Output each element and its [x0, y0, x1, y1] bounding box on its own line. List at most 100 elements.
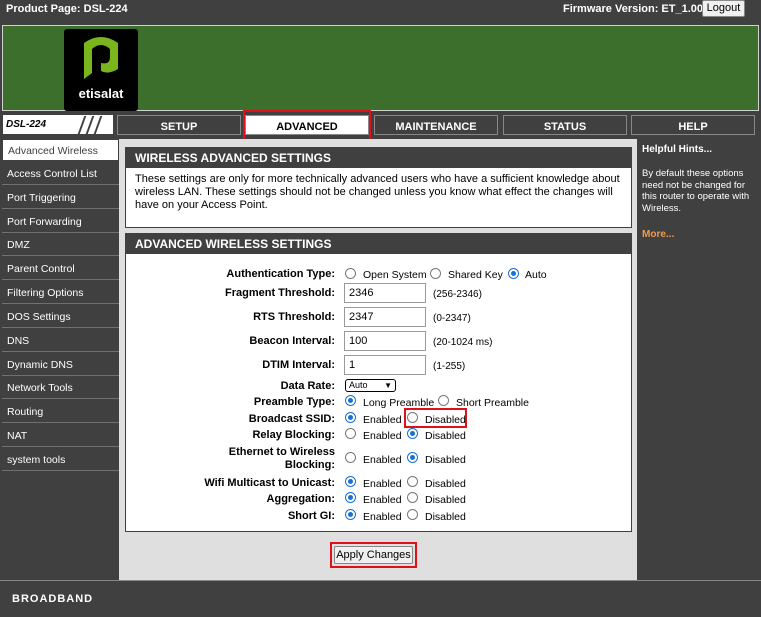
- footer: BROADBAND: [0, 580, 761, 617]
- highlight-box: [330, 542, 417, 568]
- divider: [85, 116, 95, 134]
- divider: [93, 116, 103, 134]
- settings-panel: ADVANCED WIRELESS SETTINGS Authenticatio…: [125, 233, 632, 532]
- aggregation-disabled-label: Disabled: [425, 494, 466, 506]
- sidebar-item-dynamic-dns[interactable]: Dynamic DNS: [2, 354, 119, 376]
- highlight-box: [243, 110, 371, 141]
- model-badge: DSL-224: [2, 114, 114, 135]
- sidebar-item-port-triggering[interactable]: Port Triggering: [2, 187, 119, 209]
- sidebar-item-routing[interactable]: Routing: [2, 401, 119, 423]
- intro-panel: WIRELESS ADVANCED SETTINGS These setting…: [125, 147, 632, 228]
- multicast-enabled-label: Enabled: [363, 478, 402, 490]
- multicast-label: Wifi Multicast to Unicast:: [204, 477, 335, 489]
- relay-blocking-disabled-label: Disabled: [425, 430, 466, 442]
- dtim-interval-hint: (1-255): [433, 361, 466, 372]
- sidebar-item-network-tools[interactable]: Network Tools: [2, 377, 119, 399]
- rts-threshold-label: RTS Threshold:: [253, 311, 335, 323]
- fragment-threshold-input[interactable]: 2346: [344, 283, 426, 303]
- short-gi-disabled-label: Disabled: [425, 511, 466, 523]
- etisalat-logo-icon: [84, 37, 118, 79]
- sidebar-item-advanced-wireless[interactable]: Advanced Wireless: [2, 139, 119, 161]
- aggregation-enabled-label: Enabled: [363, 494, 402, 506]
- sidebar-item-parent-control[interactable]: Parent Control: [2, 258, 119, 280]
- aggregation-enabled-radio[interactable]: [345, 492, 356, 503]
- data-rate-value: Auto: [349, 380, 368, 390]
- aggregation-label: Aggregation:: [266, 493, 335, 505]
- tab-help[interactable]: HELP: [631, 115, 755, 135]
- preamble-type-label: Preamble Type:: [253, 396, 335, 408]
- intro-title: WIRELESS ADVANCED SETTINGS: [126, 148, 631, 168]
- broadcast-ssid-enabled-radio[interactable]: [345, 412, 356, 423]
- multicast-enabled-radio[interactable]: [345, 476, 356, 487]
- sidebar-item-filtering-options[interactable]: Filtering Options: [2, 282, 119, 304]
- auth-auto-radio[interactable]: [508, 268, 519, 279]
- preamble-short-radio[interactable]: [438, 395, 449, 406]
- settings-title: ADVANCED WIRELESS SETTINGS: [126, 234, 631, 254]
- beacon-interval-label: Beacon Interval:: [249, 335, 335, 347]
- chevron-down-icon: ▼: [384, 381, 392, 390]
- logout-button[interactable]: Logout: [702, 0, 745, 17]
- beacon-interval-hint: (20-1024 ms): [433, 337, 493, 348]
- sidebar-item-access-control-list[interactable]: Access Control List: [2, 163, 119, 185]
- footer-brand: BROADBAND: [12, 593, 94, 605]
- top-bar: Product Page: DSL-224 Firmware Version: …: [0, 0, 761, 20]
- auth-open-system-label: Open System: [363, 269, 427, 281]
- preamble-long-radio[interactable]: [345, 395, 356, 406]
- short-gi-label: Short GI:: [287, 510, 335, 522]
- sidebar-item-nat[interactable]: NAT: [2, 425, 119, 447]
- eth-wireless-disabled-radio[interactable]: [407, 452, 418, 463]
- auth-shared-key-radio[interactable]: [430, 268, 441, 279]
- header-banner: etisalat: [2, 25, 759, 111]
- divider: [77, 116, 87, 134]
- eth-wireless-disabled-label: Disabled: [425, 454, 466, 466]
- relay-blocking-enabled-radio[interactable]: [345, 428, 356, 439]
- tab-status[interactable]: STATUS: [503, 115, 627, 135]
- eth-wireless-blocking-label-2: Blocking:: [284, 459, 335, 471]
- multicast-disabled-radio[interactable]: [407, 476, 418, 487]
- relay-blocking-enabled-label: Enabled: [363, 430, 402, 442]
- sidebar-item-dns[interactable]: DNS: [2, 330, 119, 352]
- relay-blocking-label: Relay Blocking:: [252, 429, 335, 441]
- aggregation-disabled-radio[interactable]: [407, 492, 418, 503]
- auth-open-system-radio[interactable]: [345, 268, 356, 279]
- data-rate-label: Data Rate:: [280, 380, 335, 392]
- sidebar: Advanced Wireless Access Control List Po…: [2, 139, 119, 580]
- firmware-version-label: Firmware Version: ET_1.00: [563, 3, 704, 15]
- rts-threshold-input[interactable]: 2347: [344, 307, 426, 327]
- relay-blocking-disabled-radio[interactable]: [407, 428, 418, 439]
- tab-setup[interactable]: SETUP: [117, 115, 241, 135]
- auth-auto-label: Auto: [525, 269, 547, 281]
- broadcast-ssid-enabled-label: Enabled: [363, 414, 402, 426]
- sidebar-item-dos-settings[interactable]: DOS Settings: [2, 306, 119, 328]
- product-page-label: Product Page: DSL-224: [6, 3, 128, 15]
- dtim-interval-input[interactable]: 1: [344, 355, 426, 375]
- sidebar-item-port-forwarding[interactable]: Port Forwarding: [2, 211, 119, 233]
- hints-text: By default these options need not be cha…: [642, 168, 750, 214]
- fragment-threshold-label: Fragment Threshold:: [224, 287, 335, 299]
- beacon-interval-input[interactable]: 100: [344, 331, 426, 351]
- model-name: DSL-224: [6, 119, 47, 130]
- main-content: WIRELESS ADVANCED SETTINGS These setting…: [119, 139, 637, 580]
- helpful-hints-panel: Helpful Hints... By default these option…: [637, 139, 759, 580]
- eth-wireless-enabled-label: Enabled: [363, 454, 402, 466]
- short-gi-enabled-radio[interactable]: [345, 509, 356, 520]
- broadcast-ssid-label: Broadcast SSID:: [248, 413, 335, 425]
- eth-wireless-blocking-label-1: Ethernet to Wireless: [228, 446, 335, 458]
- data-rate-select[interactable]: Auto ▼: [345, 379, 396, 392]
- hints-title: Helpful Hints...: [642, 144, 712, 155]
- sidebar-item-dmz[interactable]: DMZ: [2, 234, 119, 256]
- sidebar-item-system-tools[interactable]: system tools: [2, 449, 119, 471]
- fragment-threshold-hint: (256-2346): [433, 289, 482, 300]
- eth-wireless-enabled-radio[interactable]: [345, 452, 356, 463]
- short-gi-enabled-label: Enabled: [363, 511, 402, 523]
- dtim-interval-label: DTIM Interval:: [262, 359, 335, 371]
- auth-shared-key-label: Shared Key: [448, 269, 503, 281]
- intro-text: These settings are only for more technic…: [135, 173, 620, 211]
- multicast-disabled-label: Disabled: [425, 478, 466, 490]
- logo-wordmark: etisalat: [78, 86, 124, 101]
- hints-more-link[interactable]: More...: [642, 229, 674, 240]
- rts-threshold-hint: (0-2347): [433, 313, 471, 324]
- auth-type-label: Authentication Type:: [226, 268, 335, 280]
- short-gi-disabled-radio[interactable]: [407, 509, 418, 520]
- tab-maintenance[interactable]: MAINTENANCE: [374, 115, 498, 135]
